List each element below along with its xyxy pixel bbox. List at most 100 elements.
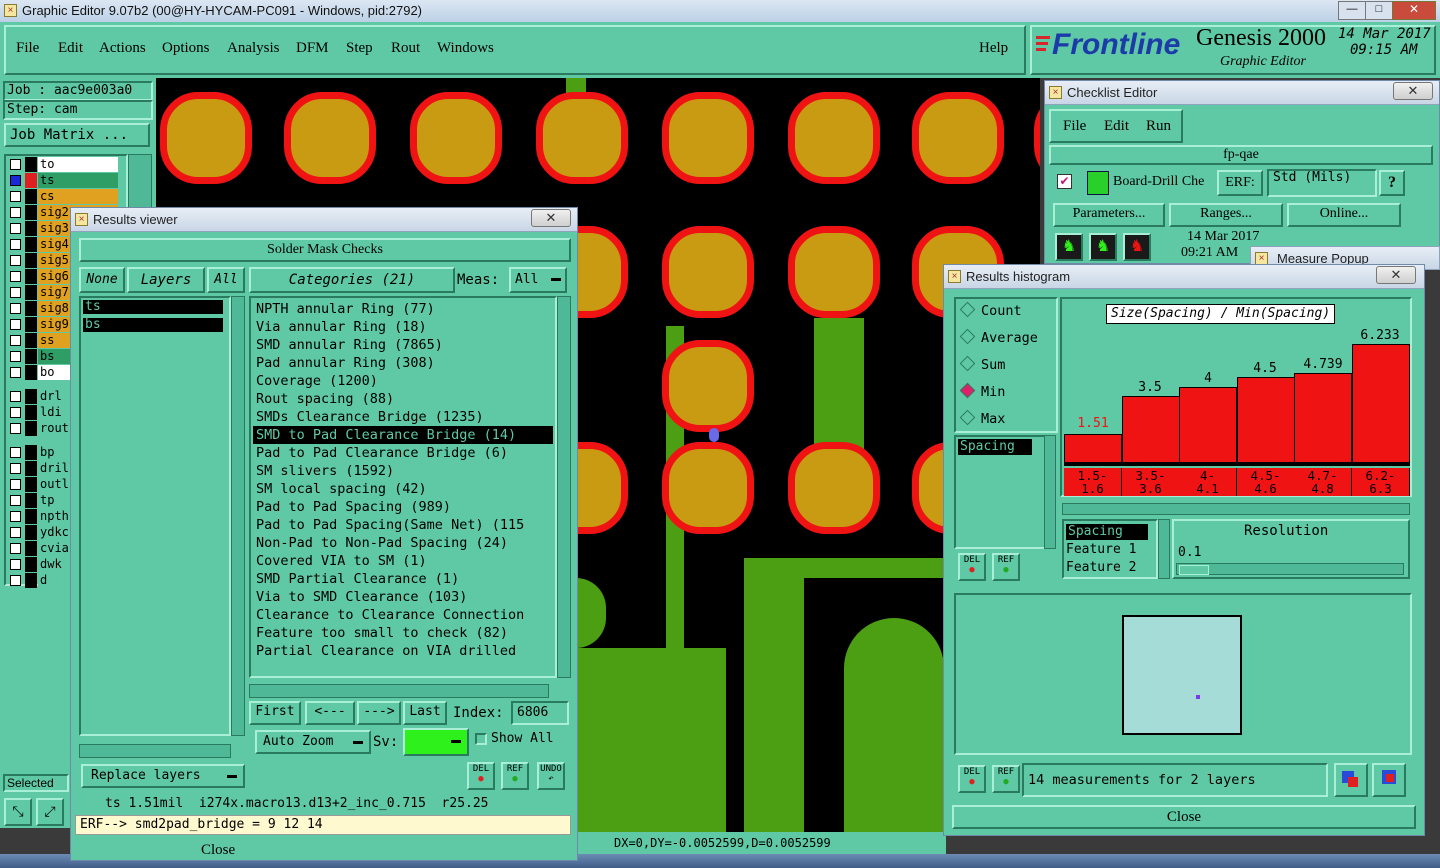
parameters-button[interactable]: Parameters... bbox=[1053, 203, 1165, 227]
menu-rout[interactable]: Rout bbox=[391, 40, 420, 57]
category-item[interactable]: Pad to Pad Clearance Bridge (6) bbox=[253, 444, 553, 462]
check-checkbox[interactable]: ✔ bbox=[1057, 174, 1072, 189]
job-matrix-button[interactable]: Job Matrix ... bbox=[4, 123, 150, 147]
histogram-ref-button[interactable]: REF ● bbox=[992, 553, 1020, 581]
maximize-icon[interactable]: □ bbox=[1365, 1, 1393, 20]
category-item[interactable]: SMDs Clearance Bridge (1235) bbox=[253, 408, 553, 426]
category-item[interactable]: Partial Clearance on VIA drilled bbox=[253, 642, 553, 660]
category-hscroll[interactable] bbox=[249, 684, 549, 698]
category-item[interactable]: Rout spacing (88) bbox=[253, 390, 553, 408]
category-item[interactable]: SM local spacing (42) bbox=[253, 480, 553, 498]
import-icon[interactable] bbox=[1372, 763, 1406, 797]
layer-checkbox[interactable] bbox=[10, 463, 21, 474]
layer-checkbox[interactable] bbox=[10, 447, 21, 458]
histogram-ref-button-2[interactable]: REF ● bbox=[992, 765, 1020, 793]
zoom-box-icon[interactable]: ⤡ bbox=[4, 798, 32, 826]
histogram-bar[interactable] bbox=[1237, 377, 1295, 463]
feature-item-spacing[interactable]: Spacing bbox=[1066, 524, 1148, 540]
next-button[interactable]: ---> bbox=[357, 701, 401, 725]
category-item[interactable]: Via annular Ring (18) bbox=[253, 318, 553, 336]
layer-checkbox[interactable] bbox=[10, 319, 21, 330]
online-button[interactable]: Online... bbox=[1287, 203, 1401, 227]
histogram-bar[interactable] bbox=[1064, 434, 1122, 463]
attribute-spacing[interactable]: Spacing bbox=[958, 439, 1032, 455]
chart-hscroll[interactable] bbox=[1062, 503, 1410, 515]
first-button[interactable]: First bbox=[249, 701, 301, 725]
menu-windows[interactable]: Windows bbox=[437, 40, 494, 57]
close-icon[interactable]: ✕ bbox=[1376, 266, 1416, 284]
help-button[interactable]: ? bbox=[1379, 170, 1405, 196]
layer-checkbox[interactable] bbox=[10, 335, 21, 346]
layer-result-bs[interactable]: bs bbox=[83, 318, 223, 332]
category-item[interactable]: Non-Pad to Non-Pad Spacing (24) bbox=[253, 534, 553, 552]
category-item[interactable]: Pad annular Ring (308) bbox=[253, 354, 553, 372]
layer-list-scrollbar[interactable] bbox=[231, 296, 245, 736]
histogram-del-button[interactable]: DEL ● bbox=[958, 553, 986, 581]
mode-radio-min[interactable]: Min bbox=[959, 382, 1005, 400]
close-icon[interactable]: ✕ bbox=[1392, 1, 1436, 20]
measure-icon[interactable]: ⤢ bbox=[36, 798, 64, 826]
mode-radio-count[interactable]: Count bbox=[959, 301, 1022, 319]
erf-button[interactable]: ERF: bbox=[1217, 170, 1263, 196]
menu-actions[interactable]: Actions bbox=[99, 40, 146, 57]
layer-result-ts[interactable]: ts bbox=[83, 300, 223, 314]
layer-checkbox[interactable] bbox=[10, 159, 21, 170]
mode-radio-max[interactable]: Max bbox=[959, 409, 1005, 427]
menu-analysis[interactable]: Analysis bbox=[227, 40, 280, 57]
category-item[interactable]: Covered VIA to SM (1) bbox=[253, 552, 553, 570]
layer-checkbox[interactable] bbox=[10, 527, 21, 538]
histogram-bar[interactable] bbox=[1122, 396, 1180, 463]
layer-checkbox[interactable] bbox=[10, 207, 21, 218]
run-icon[interactable]: ♞ bbox=[1089, 233, 1117, 261]
category-item[interactable]: SM slivers (1592) bbox=[253, 462, 553, 480]
run-icon[interactable]: ♞ bbox=[1123, 233, 1151, 261]
layer-list-hscroll[interactable] bbox=[79, 744, 231, 758]
menu-dfm[interactable]: DFM bbox=[296, 40, 329, 57]
layer-checkbox[interactable] bbox=[10, 191, 21, 202]
histogram-close-button[interactable]: Close bbox=[952, 805, 1416, 829]
feature-item-1[interactable]: Feature 1 bbox=[1066, 542, 1136, 557]
export-icon[interactable] bbox=[1334, 763, 1368, 797]
del-button[interactable]: DEL ● bbox=[467, 762, 495, 790]
layer-checkbox[interactable] bbox=[10, 479, 21, 490]
category-item[interactable]: Pad to Pad Spacing (989) bbox=[253, 498, 553, 516]
layer-checkbox[interactable] bbox=[10, 287, 21, 298]
histogram-bar[interactable] bbox=[1179, 387, 1237, 463]
checklist-menu-edit[interactable]: Edit bbox=[1104, 118, 1129, 135]
feature-item-2[interactable]: Feature 2 bbox=[1066, 560, 1136, 575]
layer-checkbox[interactable] bbox=[10, 575, 21, 586]
layer-checkbox[interactable] bbox=[10, 223, 21, 234]
category-item[interactable]: Feature too small to check (82) bbox=[253, 624, 553, 642]
erf-value[interactable]: Std (Mils) bbox=[1267, 169, 1377, 197]
layer-checkbox[interactable] bbox=[10, 391, 21, 402]
layer-checkbox[interactable] bbox=[10, 303, 21, 314]
histogram-del-button-2[interactable]: DEL ● bbox=[958, 765, 986, 793]
ref-button[interactable]: REF ● bbox=[501, 762, 529, 790]
close-icon[interactable]: ✕ bbox=[531, 209, 571, 227]
close-icon[interactable]: ✕ bbox=[1393, 82, 1433, 100]
mode-radio-sum[interactable]: Sum bbox=[959, 355, 1005, 373]
index-input[interactable]: 6806 bbox=[511, 701, 569, 725]
undo-button[interactable]: UNDO ↶ bbox=[537, 762, 565, 790]
layer-checkbox[interactable] bbox=[10, 407, 21, 418]
category-item[interactable]: Pad to Pad Spacing(Same Net) (115 bbox=[253, 516, 553, 534]
histogram-bar[interactable] bbox=[1294, 373, 1352, 463]
attribute-scrollbar[interactable] bbox=[1044, 435, 1056, 549]
layer-checkbox[interactable] bbox=[10, 175, 21, 186]
category-item[interactable]: SMD annular Ring (7865) bbox=[253, 336, 553, 354]
mode-radio-average[interactable]: Average bbox=[959, 328, 1038, 346]
results-viewer-close[interactable]: Close bbox=[201, 842, 235, 859]
none-button[interactable]: None bbox=[79, 267, 125, 293]
category-item[interactable]: SMD to Pad Clearance Bridge (14) bbox=[252, 425, 554, 445]
feature-scrollbar[interactable] bbox=[1158, 519, 1170, 579]
layer-checkbox[interactable] bbox=[10, 367, 21, 378]
layer-checkbox[interactable] bbox=[10, 423, 21, 434]
last-button[interactable]: Last bbox=[403, 701, 447, 725]
prev-button[interactable]: <--- bbox=[305, 701, 355, 725]
layer-checkbox[interactable] bbox=[10, 495, 21, 506]
menu-file[interactable]: File bbox=[16, 40, 39, 57]
category-item[interactable]: Clearance to Clearance Connection bbox=[253, 606, 553, 624]
layer-checkbox[interactable] bbox=[10, 543, 21, 554]
category-scrollbar[interactable] bbox=[557, 296, 571, 678]
layer-checkbox[interactable] bbox=[10, 255, 21, 266]
